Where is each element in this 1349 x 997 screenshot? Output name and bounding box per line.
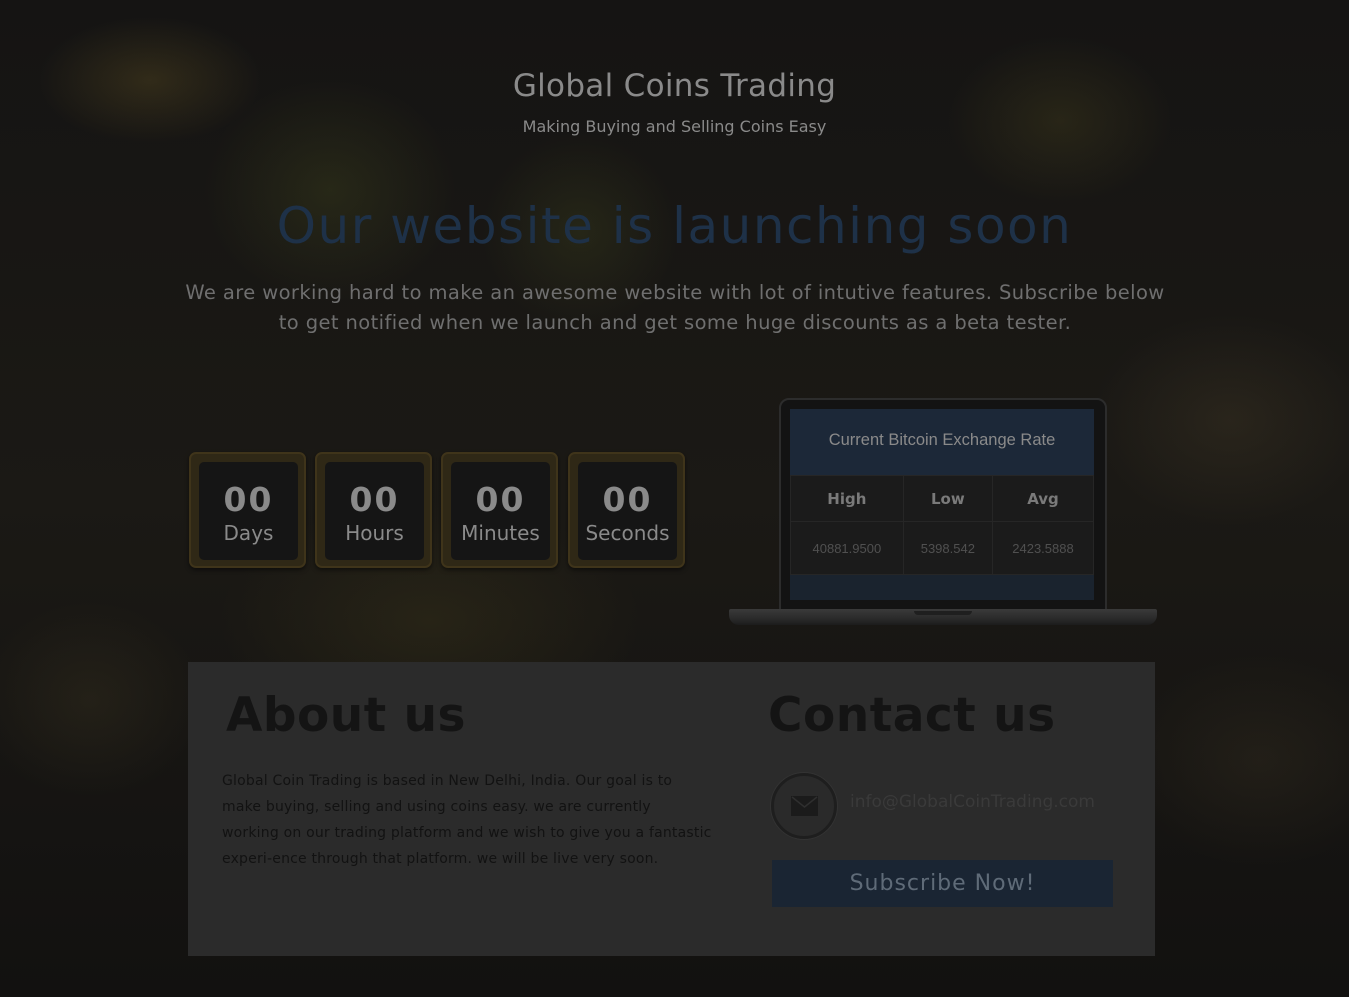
site-tagline: Making Buying and Selling Coins Easy <box>522 117 827 136</box>
table-header-row: High Low Avg <box>790 475 1094 522</box>
envelope-icon <box>771 773 837 839</box>
countdown-hours-value: 00 <box>349 480 400 519</box>
exchange-rate-table: High Low Avg 40881.9500 5398.542 2423.58… <box>790 475 1094 575</box>
about-text: Global Coin Trading is based in New Delh… <box>222 773 712 867</box>
site-title: Global Coins Trading <box>512 68 837 104</box>
column-header-low: Low <box>902 475 994 522</box>
laptop-mockup: Current Bitcoin Exchange Rate High Low A… <box>729 398 1157 630</box>
countdown-minutes-label: Minutes <box>461 521 540 545</box>
countdown-days: 00 Days <box>189 452 306 568</box>
table-row: 40881.9500 5398.542 2423.5888 <box>790 521 1094 575</box>
countdown-minutes-value: 00 <box>475 480 526 519</box>
countdown-timer: 00 Days 00 Hours 00 Minutes 00 Seconds <box>189 452 689 570</box>
subscribe-button[interactable]: Subscribe Now! <box>772 860 1113 907</box>
rate-low-value: 5398.542 <box>902 521 994 575</box>
info-panel: About us Global Coin Trading is based in… <box>188 662 1155 956</box>
countdown-hours: 00 Hours <box>315 452 432 568</box>
countdown-hours-label: Hours <box>345 521 404 545</box>
exchange-rate-widget: Current Bitcoin Exchange Rate High Low A… <box>790 409 1094 600</box>
column-header-avg: Avg <box>992 475 1094 522</box>
about-title: About us <box>226 688 467 743</box>
countdown-seconds-label: Seconds <box>585 521 670 545</box>
column-header-high: High <box>790 475 904 522</box>
countdown-days-label: Days <box>223 521 274 545</box>
contact-email-link[interactable]: info@GlobalCoinTrading.com <box>850 792 1095 812</box>
launch-headline: Our website is launching soon <box>276 197 1073 255</box>
rate-high-value: 40881.9500 <box>790 521 904 575</box>
laptop-notch <box>914 611 972 615</box>
exchange-rate-title: Current Bitcoin Exchange Rate <box>790 409 1094 475</box>
countdown-seconds-value: 00 <box>602 480 653 519</box>
countdown-days-value: 00 <box>223 480 274 519</box>
countdown-seconds: 00 Seconds <box>568 452 685 568</box>
rate-avg-value: 2423.5888 <box>992 521 1094 575</box>
contact-title: Contact us <box>768 688 1056 743</box>
countdown-minutes: 00 Minutes <box>441 452 558 568</box>
launch-description: We are working hard to make an awesome w… <box>185 281 1165 334</box>
